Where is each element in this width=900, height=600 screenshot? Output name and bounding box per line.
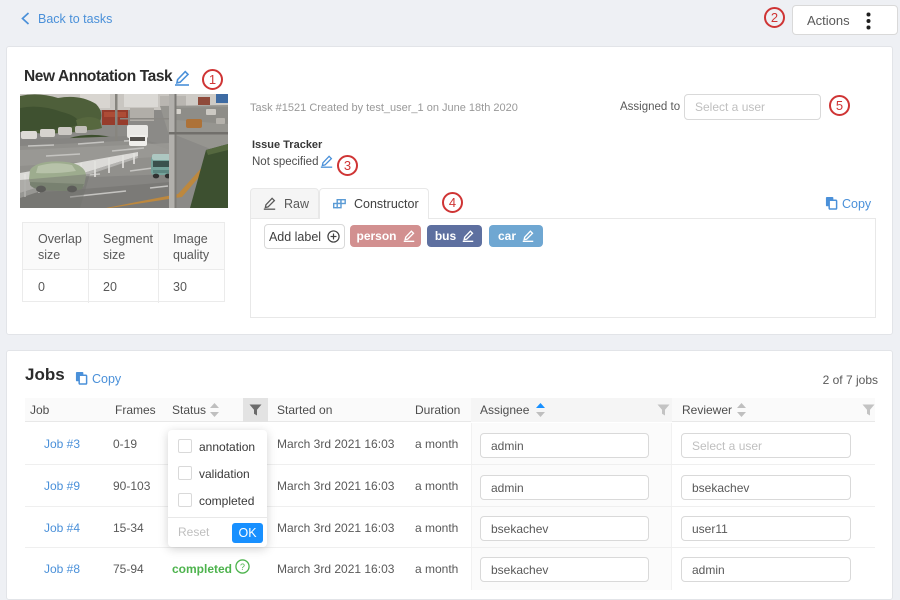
svg-text:?: ? [240,562,245,572]
